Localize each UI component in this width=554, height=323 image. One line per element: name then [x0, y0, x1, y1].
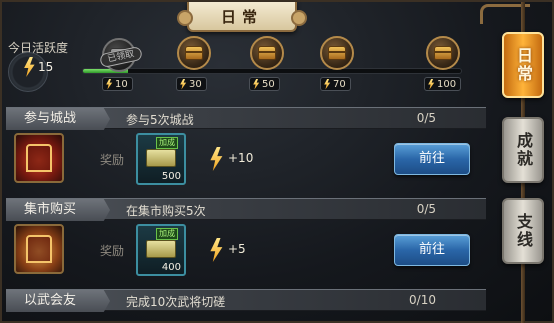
quest-description: 参与5次城战	[126, 113, 194, 127]
milestone-points-2: 30	[176, 77, 207, 91]
quest-body: 奖励 加成 500 +10 前往	[6, 129, 486, 189]
tab-daily[interactable]: 日常	[502, 32, 544, 98]
treasure-chest-icon	[328, 46, 346, 60]
quest-header: 以武会友 完成10次武将切磋 0/10	[6, 289, 486, 312]
milestone-points-3: 50	[249, 77, 280, 91]
reward-label: 奖励	[100, 153, 125, 167]
chest-shape	[26, 235, 52, 263]
market-chest-icon	[14, 224, 64, 274]
quest-progress: 0/10	[409, 293, 436, 307]
milestone-chest-5[interactable]	[426, 36, 460, 70]
treasure-chest-icon	[185, 46, 203, 60]
quest-row: 以武会友 完成10次武将切磋 0/10	[6, 289, 486, 312]
milestone-chest-4[interactable]	[320, 36, 354, 70]
milestone-points-value: 70	[333, 78, 346, 90]
lightning-bolt-icon	[106, 78, 113, 90]
bonus-badge: 加成	[156, 228, 178, 240]
lightning-bolt-icon	[324, 78, 331, 90]
lightning-bolt-icon	[253, 78, 260, 90]
reward-item[interactable]: 加成 500	[136, 133, 186, 185]
lightning-bolt-icon	[210, 238, 223, 262]
title-plaque: 日常	[177, 2, 307, 32]
bonus-badge: 加成	[156, 137, 178, 149]
item-count: 500	[161, 171, 181, 182]
page-title: 日常	[220, 7, 263, 26]
quest-header: 参与城战 参与5次城战 0/5	[6, 107, 486, 130]
quest-description: 在集市购买5次	[126, 204, 206, 218]
quest-body: 奖励 加成 400 +5 前往	[6, 220, 486, 280]
treasure-chest-icon	[434, 46, 452, 60]
quest-name: 参与城战	[6, 108, 110, 130]
quest-name: 以武会友	[6, 290, 110, 312]
goto-button[interactable]: 前往	[394, 143, 470, 175]
milestone-chest-2[interactable]	[177, 36, 211, 70]
lightning-bolt-icon	[180, 78, 187, 90]
reward-item[interactable]: 加成 400	[136, 224, 186, 276]
milestone-points-4: 70	[320, 77, 351, 91]
gate-shape	[26, 144, 52, 172]
daily-panel: 日常 今日活跃度 15 已领取 10 30 50 70 100 日常 成就 支线…	[0, 0, 554, 323]
milestone-points-value: 100	[437, 78, 457, 90]
item-count: 400	[161, 262, 181, 273]
bonus-ticket-icon	[146, 240, 176, 258]
milestone-points-1: 10	[102, 77, 133, 91]
milestone-points-value: 50	[262, 78, 275, 90]
goto-button[interactable]: 前往	[394, 234, 470, 266]
milestone-chest-1[interactable]: 已领取	[99, 38, 143, 72]
quest-row: 集市购买 在集市购买5次 0/5 奖励 加成 400 +5 前往	[6, 198, 486, 280]
quest-name: 集市购买	[6, 199, 110, 221]
lightning-bolt-icon	[428, 78, 435, 90]
city-battle-gate-icon	[14, 133, 64, 183]
activity-reward: +5	[228, 242, 246, 256]
milestone-points-value: 10	[115, 78, 128, 90]
reward-label: 奖励	[100, 244, 125, 258]
lightning-bolt-icon	[210, 147, 223, 171]
tab-side-quest[interactable]: 支线	[502, 198, 544, 264]
claimed-tag: 已领取	[99, 45, 143, 69]
tab-achievement[interactable]: 成就	[502, 117, 544, 183]
quest-description: 完成10次武将切磋	[126, 295, 226, 309]
activity-label: 今日活跃度	[8, 41, 69, 55]
bonus-ticket-icon	[146, 149, 176, 167]
quest-row: 参与城战 参与5次城战 0/5 奖励 加成 500 +10 前往	[6, 107, 486, 189]
milestone-points-5: 100	[424, 77, 462, 91]
milestone-points-value: 30	[189, 78, 202, 90]
quest-header: 集市购买 在集市购买5次 0/5	[6, 198, 486, 221]
activity-reward: +10	[228, 151, 254, 165]
milestone-chest-3[interactable]	[250, 36, 284, 70]
treasure-chest-icon	[258, 46, 276, 60]
quest-progress: 0/5	[416, 111, 436, 125]
activity-value: 15	[38, 60, 54, 74]
quest-progress: 0/5	[416, 202, 436, 216]
